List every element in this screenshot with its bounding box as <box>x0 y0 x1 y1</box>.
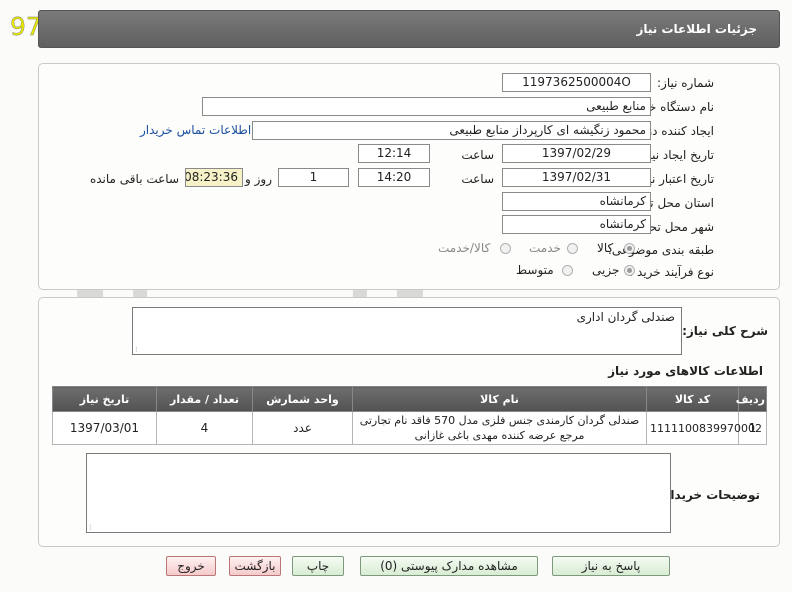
remaining-time-field: 08:23:36 <box>185 168 243 187</box>
exit-button[interactable]: خروج <box>166 556 216 576</box>
category-service-label: خدمت <box>529 241 561 255</box>
general-description-text: صندلی گردان اداری <box>576 310 675 324</box>
category-goods-service-radio[interactable] <box>500 243 511 254</box>
remaining-days-field: 1 <box>278 168 349 187</box>
category-goods-radio[interactable] <box>624 243 635 254</box>
general-description-box: صندلی گردان اداری ⁞ <box>132 307 682 355</box>
days-label: روز و <box>245 172 272 186</box>
page-title: جزئیات اطلاعات نیاز <box>636 22 757 36</box>
cell-need-date: 1397/03/01 <box>52 411 157 445</box>
cell-unit: عدد <box>252 411 353 445</box>
purchase-medium-label: متوسط <box>516 263 554 277</box>
print-button[interactable]: چاپ <box>292 556 344 576</box>
resize-grip-icon: ⁞ <box>135 345 138 354</box>
reply-button[interactable]: پاسخ به نیاز <box>552 556 670 576</box>
table-row: 1 1111100839970002 صندلی گردان کارمندی ج… <box>52 411 767 445</box>
purchase-medium-radio[interactable] <box>562 265 573 276</box>
validity-date-field: 1397/02/31 <box>502 168 651 187</box>
purchase-partial-label: جزیی <box>592 263 620 277</box>
col-header-item-name: نام کالا <box>352 386 647 412</box>
cell-quantity: 4 <box>156 411 253 445</box>
col-header-quantity: تعداد / مقدار <box>156 386 253 412</box>
created-date-field: 1397/02/29 <box>502 144 651 163</box>
category-service-radio[interactable] <box>567 243 578 254</box>
col-header-item-code: کد کالا <box>646 386 739 412</box>
cell-item-code: 1111100839970002 <box>646 411 762 445</box>
items-header-row: ردیف کد کالا نام کالا واحد شمارش تعداد /… <box>52 386 767 412</box>
created-time-label: ساعت <box>461 148 494 162</box>
need-number-field: 1197362500004O <box>502 73 651 92</box>
purchase-partial-radio[interactable] <box>624 265 635 276</box>
remaining-time-label: ساعت باقی مانده <box>89 172 179 186</box>
col-header-row-number: ردیف <box>736 386 767 412</box>
items-section-title: اطلاعات کالاهای مورد نیاز <box>608 364 763 378</box>
resize-grip-icon: ⁞ <box>89 523 92 532</box>
back-button[interactable]: بازگشت <box>229 556 281 576</box>
need-number-label: شماره نیاز: <box>657 76 714 90</box>
validity-time-field: 14:20 <box>358 168 430 187</box>
created-time-field: 12:14 <box>358 144 430 163</box>
purchase-type-label: نوع فرآیند خرید : <box>629 265 714 279</box>
validity-time-label: ساعت <box>461 172 494 186</box>
buyer-contact-link[interactable]: اطلاعات تماس خریدار <box>140 123 251 137</box>
items-table: ردیف کد کالا نام کالا واحد شمارش تعداد /… <box>52 386 767 445</box>
city-field: کرمانشاه <box>502 215 651 234</box>
province-field: کرمانشاه <box>502 192 651 211</box>
col-header-unit: واحد شمارش <box>252 386 353 412</box>
requester-field: محمود زنگیشه ای کارپرداز منابع طبیعی <box>252 121 651 140</box>
view-attachments-button[interactable]: مشاهده مدارک پیوستی (0) <box>360 556 538 576</box>
category-goods-service-label: کالا/خدمت <box>438 241 491 255</box>
buyer-notes-label: توضیحات خریدار: <box>658 488 760 502</box>
col-header-need-date: تاریخ نیاز <box>52 386 157 412</box>
buyer-org-field: منابع طبیعی <box>202 97 651 116</box>
page-header: جزئیات اطلاعات نیاز <box>38 10 780 48</box>
general-description-label: شرح کلی نیاز: <box>682 324 768 338</box>
cell-item-name: صندلی گردان کارمندی جنس فلزی مدل 570 فاق… <box>352 411 647 445</box>
buyer-notes-box: ⁞ <box>86 453 671 533</box>
category-goods-label: کالا <box>597 241 614 255</box>
